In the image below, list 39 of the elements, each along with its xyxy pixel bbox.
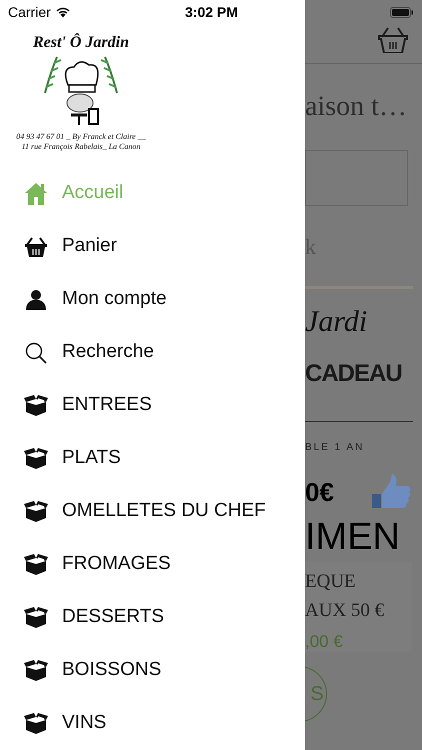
menu-item[interactable]: BOISSONS <box>0 644 305 697</box>
box-icon <box>24 607 48 628</box>
menu-item[interactable]: Panier <box>0 220 305 273</box>
menu-item[interactable]: ENTREES <box>0 379 305 432</box>
banner-price: 0€ <box>305 476 334 508</box>
menu-item[interactable]: FROMAGES <box>0 538 305 591</box>
banner-word: IMEN <box>305 514 400 560</box>
thumbs-up-icon <box>372 474 412 510</box>
menu-item[interactable]: Recherche <box>0 326 305 379</box>
product-name: AUX 50 € <box>305 598 386 622</box>
menu-item[interactable]: PLATS <box>0 432 305 485</box>
box-icon <box>24 448 48 469</box>
basket-icon <box>378 27 408 53</box>
logo-title: Rest' Ô Jardin <box>32 34 129 52</box>
box-icon <box>24 713 48 734</box>
menu-item[interactable]: Mon compte <box>0 273 305 326</box>
person-icon <box>26 289 46 310</box>
menu-item[interactable]: OMELLETES DU CHEF <box>0 485 305 538</box>
box-icon <box>24 554 48 575</box>
menu-item[interactable]: DESSERTS <box>0 591 305 644</box>
search-icon <box>25 342 47 364</box>
product-name: EQUE <box>305 570 357 594</box>
banner-script: Jardi <box>305 304 368 340</box>
clock-label: 3:02 PM <box>185 2 238 22</box>
box-icon <box>24 501 48 522</box>
box-icon <box>24 395 48 416</box>
wifi-icon <box>54 6 71 18</box>
banner-text: BLE 1 AN <box>305 440 364 454</box>
carrier-label: Carrier <box>8 2 51 22</box>
product-price: ,00 € <box>305 631 344 653</box>
basket-icon <box>24 236 48 256</box>
battery-icon <box>390 6 414 18</box>
banner-heading: CADEAU <box>305 359 402 389</box>
input-field[interactable] <box>305 150 408 206</box>
page-title: aison t… <box>305 90 407 124</box>
menu-item[interactable]: VINS <box>0 697 305 750</box>
box-icon <box>24 660 48 681</box>
home-icon <box>24 182 48 205</box>
logo-address: 04 93 47 67 01 _ By Franck et Claire __ 11 rue François Rabelais_ La Canon <box>15 132 147 152</box>
